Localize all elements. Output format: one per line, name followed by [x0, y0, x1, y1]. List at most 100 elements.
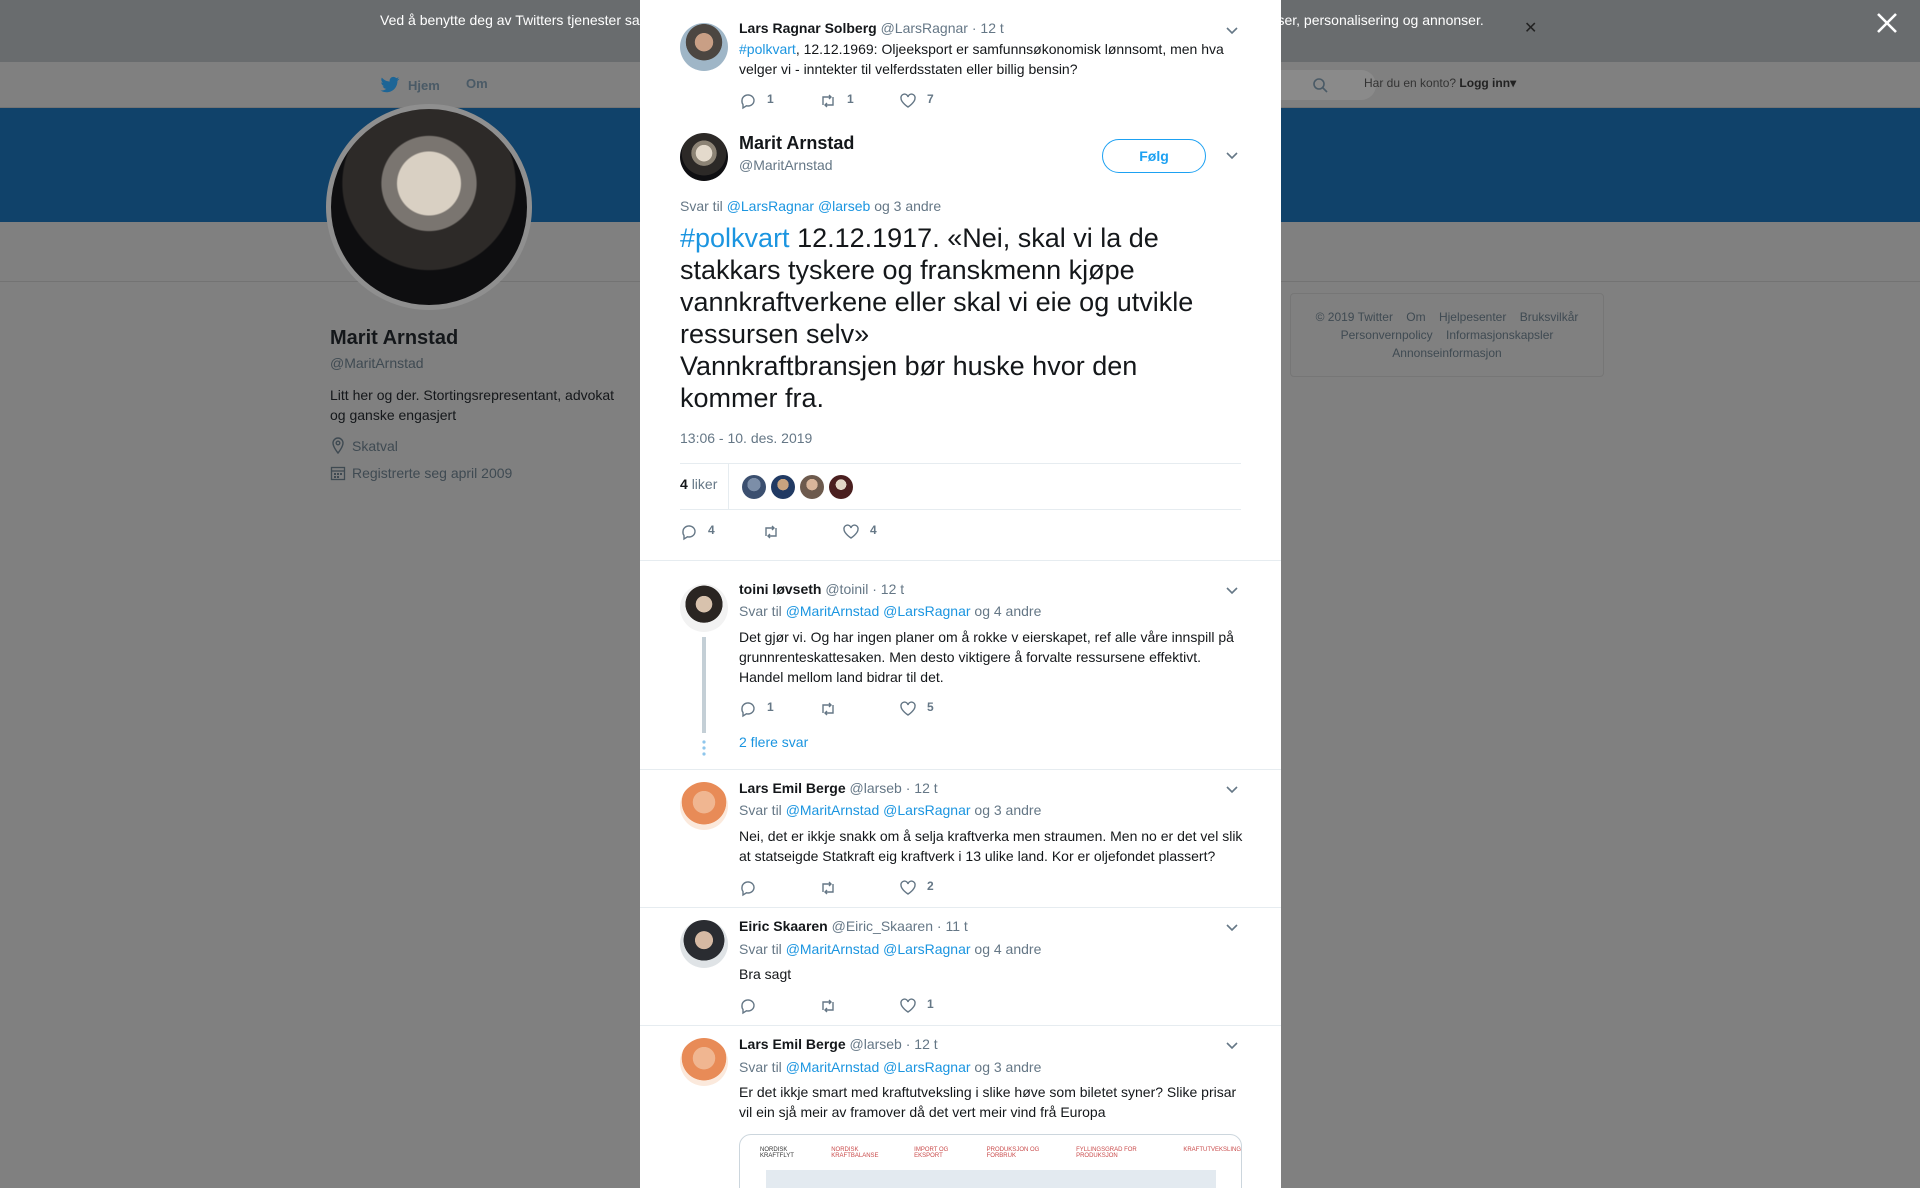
mention-link[interactable]: @MaritArnstad [786, 1059, 880, 1075]
main-author-handle[interactable]: @MaritArnstad [739, 157, 833, 173]
chevron-down-icon[interactable] [1223, 1036, 1241, 1054]
author-handle[interactable]: @larseb [850, 1036, 902, 1052]
main-tweet-text: #polkvart 12.12.1917. «Nei, skal vi la d… [680, 222, 1240, 414]
tweet-time[interactable]: · 11 t [937, 918, 968, 934]
avatar[interactable] [680, 584, 728, 632]
reply-suffix[interactable]: og 4 andre [974, 941, 1041, 957]
reply-button[interactable] [739, 879, 757, 897]
author-name[interactable]: Lars Emil Berge [739, 780, 846, 796]
author-name[interactable]: Lars Emil Berge [739, 1036, 846, 1052]
more-replies-link[interactable]: 2 flere svar [739, 734, 808, 750]
footer-cookies[interactable]: Informasjonskapsler [1446, 328, 1553, 342]
reply-count: 4 [708, 523, 715, 537]
nav-home[interactable]: Hjem [380, 76, 440, 94]
main-reply-to: Svar til @LarsRagnar @larseb og 3 andre [680, 198, 941, 214]
like-button[interactable]: 2 [899, 879, 934, 897]
like-button[interactable]: 1 [899, 997, 934, 1015]
nav-about[interactable]: Om [466, 76, 488, 91]
tweet-modal: Lars Ragnar Solberg @LarsRagnar · 12 t #… [640, 0, 1281, 1188]
author-handle[interactable]: @larseb [850, 780, 902, 796]
reply-to: Svar til @MaritArnstad @LarsRagnar og 4 … [739, 603, 1041, 619]
tweet-time[interactable]: · 12 t [906, 780, 938, 796]
likes-label: liker [691, 476, 718, 492]
author-name[interactable]: toini løvseth [739, 581, 821, 597]
tweet-time[interactable]: · 12 t [972, 20, 1004, 36]
tweet-time[interactable]: · 12 t [906, 1036, 938, 1052]
login-link[interactable]: Logg inn [1459, 76, 1510, 90]
tweet-time[interactable]: · 12 t [872, 581, 904, 597]
tweet-header: Lars Ragnar Solberg @LarsRagnar · 12 t [739, 20, 1004, 36]
tweet-text-body: , 12.12.1969: Oljeeksport er samfunnsøko… [739, 41, 1224, 77]
chevron-down-icon[interactable] [1223, 146, 1241, 164]
like-button[interactable]: 5 [899, 700, 934, 718]
chevron-down-icon[interactable] [1223, 780, 1241, 798]
reply-button[interactable]: 1 [739, 92, 774, 110]
like-button[interactable]: 4 [842, 523, 877, 541]
reply-suffix[interactable]: og 4 andre [974, 603, 1041, 619]
author-handle[interactable]: @toinil [825, 581, 868, 597]
cookie-close-icon[interactable]: ✕ [1524, 18, 1537, 38]
reply-count: 1 [767, 700, 774, 714]
mention-link[interactable]: @LarsRagnar [883, 941, 970, 957]
hashtag-link[interactable]: #polkvart [680, 223, 790, 253]
follow-button[interactable]: Følg [1102, 139, 1206, 173]
mention-link[interactable]: @MaritArnstad [786, 802, 880, 818]
liker-avatar[interactable] [829, 475, 853, 499]
chevron-down-icon[interactable] [1223, 21, 1241, 39]
account-question: Har du en konto? [1364, 76, 1457, 90]
liker-avatar[interactable] [800, 475, 824, 499]
reply-button[interactable] [739, 997, 757, 1015]
mention-link[interactable]: @MaritArnstad [786, 603, 880, 619]
footer-help[interactable]: Hjelpesenter [1439, 310, 1506, 324]
avatar[interactable] [680, 920, 728, 968]
embed-tab: IMPORT OG EKSPORT [914, 1147, 949, 1159]
avatar[interactable] [680, 1038, 728, 1086]
chevron-down-icon: ▾ [1510, 76, 1517, 90]
main-author-name[interactable]: Marit Arnstad [739, 133, 854, 154]
reply-prefix: Svar til [739, 941, 782, 957]
avatar[interactable] [680, 782, 728, 830]
mention-link[interactable]: @LarsRagnar [883, 1059, 970, 1075]
like-count: 4 [870, 523, 877, 537]
close-modal-icon[interactable] [1874, 10, 1900, 36]
hashtag-link[interactable]: #polkvart [739, 41, 796, 57]
footer-privacy[interactable]: Personvernpolicy [1341, 328, 1433, 342]
mention-link[interactable]: @LarsRagnar [883, 603, 970, 619]
retweet-button[interactable] [819, 700, 837, 718]
reply-suffix[interactable]: og 3 andre [974, 802, 1041, 818]
search-icon[interactable] [1312, 77, 1328, 93]
main-tweet-timestamp[interactable]: 13:06 - 10. des. 2019 [680, 430, 812, 446]
chevron-down-icon[interactable] [1223, 918, 1241, 936]
embedded-image[interactable]: NORDISK KRAFTFLYT NORDISK KRAFTBALANSE I… [739, 1134, 1242, 1188]
reply-button[interactable]: 1 [739, 700, 774, 718]
embed-tab: NORDISK KRAFTBALANSE [831, 1147, 879, 1159]
avatar[interactable] [680, 23, 728, 71]
footer-terms[interactable]: Bruksvilkår [1520, 310, 1579, 324]
twitter-bird-icon [380, 76, 400, 93]
mention-link[interactable]: @LarsRagnar [883, 802, 970, 818]
likes-summary[interactable]: 4 liker [680, 476, 717, 492]
chevron-down-icon[interactable] [1223, 581, 1241, 599]
mention-link[interactable]: @MaritArnstad [786, 941, 880, 957]
retweet-button[interactable] [819, 997, 837, 1015]
like-button[interactable]: 7 [899, 92, 934, 110]
retweet-button[interactable]: 1 [819, 92, 854, 110]
reply-button[interactable]: 4 [680, 523, 715, 541]
calendar-icon [330, 466, 346, 481]
reply-suffix[interactable]: og 3 andre [974, 1059, 1041, 1075]
author-handle[interactable]: @LarsRagnar [881, 20, 968, 36]
author-name[interactable]: Lars Ragnar Solberg [739, 20, 877, 36]
liker-avatar[interactable] [771, 475, 795, 499]
mention-link[interactable]: @larseb [818, 198, 870, 214]
heart-icon [843, 524, 859, 539]
footer-about[interactable]: Om [1406, 310, 1425, 324]
retweet-button[interactable] [762, 523, 780, 541]
mention-link[interactable]: @LarsRagnar [727, 198, 814, 214]
liker-avatar[interactable] [742, 475, 766, 499]
author-name[interactable]: Eiric Skaaren [739, 918, 828, 934]
author-handle[interactable]: @Eiric_Skaaren [832, 918, 933, 934]
reply-suffix[interactable]: og 3 andre [874, 198, 941, 214]
retweet-button[interactable] [819, 879, 837, 897]
footer-ads-info[interactable]: Annonseinformasjon [1392, 346, 1501, 360]
avatar[interactable] [680, 133, 728, 181]
